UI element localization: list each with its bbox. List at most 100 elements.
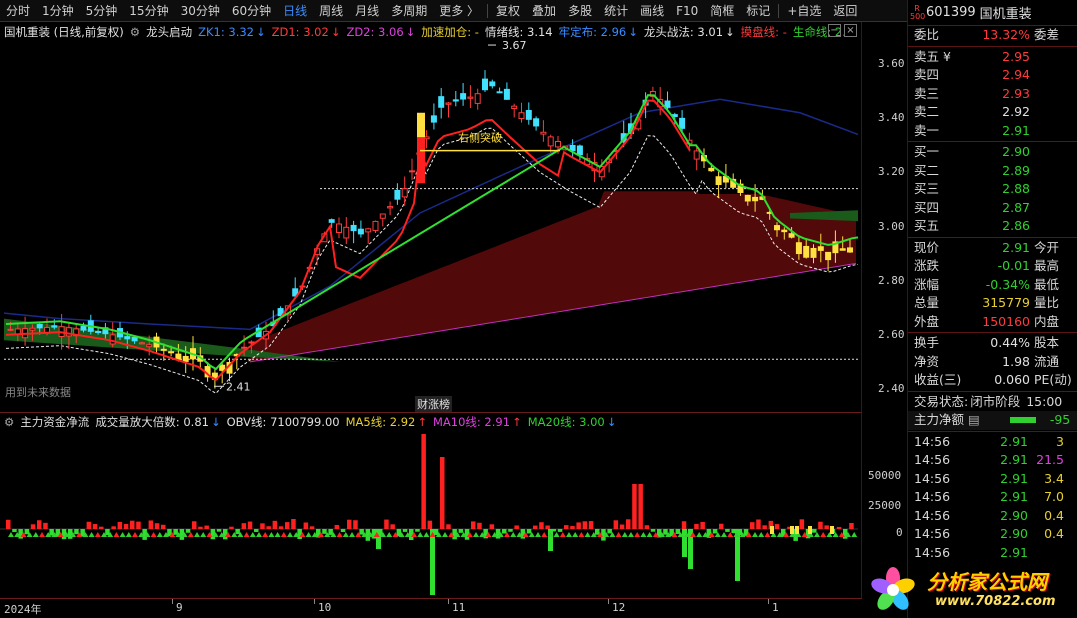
tick-time: 14:56 bbox=[914, 470, 951, 486]
flow-bar bbox=[92, 524, 98, 529]
ask-row-value: 2.92 bbox=[1002, 104, 1030, 119]
toolbar-item[interactable]: 叠加 bbox=[526, 0, 562, 22]
volume-tick-label: 25000 bbox=[868, 499, 902, 512]
stock-header[interactable]: R 500 601399 国机重装 bbox=[908, 0, 1077, 26]
toolbar-item[interactable]: 1分钟 bbox=[36, 0, 80, 22]
toolbar-item[interactable]: F10 bbox=[670, 0, 704, 22]
stat-row[interactable]: 外盘 150160 内盘 bbox=[908, 313, 1077, 332]
stat-row-value: 150160 bbox=[982, 313, 1030, 329]
toolbar-item[interactable]: +自选 bbox=[781, 0, 827, 22]
divider bbox=[908, 390, 1077, 392]
flow-bar bbox=[37, 520, 42, 529]
flow-bar bbox=[192, 521, 197, 529]
minus-icon[interactable]: − bbox=[828, 24, 841, 37]
bid-row[interactable]: 买三 2.88 bbox=[908, 180, 1077, 199]
toolbar-item[interactable]: 简框 bbox=[704, 0, 740, 22]
indicator-params: ZK1: 3.32 ↓ ZD1: 3.02 ↓ ZD2: 3.06 ↓ 加速加仓: - 情绪线… bbox=[198, 23, 846, 41]
date-tick-label: 12 bbox=[612, 601, 626, 614]
gear-icon[interactable]: ⚙ bbox=[4, 413, 14, 431]
flow-bar bbox=[117, 521, 123, 529]
bid-row[interactable]: 买四 2.87 bbox=[908, 199, 1077, 218]
flow-bar bbox=[130, 520, 135, 529]
stat-row[interactable]: 净资 1.98 流通 bbox=[908, 353, 1077, 372]
signal-arrow bbox=[39, 532, 45, 537]
stat-row[interactable]: 换手 0.44% 股本 bbox=[908, 334, 1077, 353]
toolbar-item[interactable]: 更多 〉 bbox=[433, 0, 485, 22]
weicha-label: 委差 bbox=[1034, 27, 1060, 42]
low-price-label: 2.41 bbox=[226, 380, 251, 393]
stat-row[interactable]: 总量 315779 量比 bbox=[908, 294, 1077, 313]
kline-chart[interactable]: 3.67 2.41 右侧突破 国机重装 (日线,前复权) ⚙ 龙头启动 ZK1: 3… bbox=[0, 22, 905, 412]
sub-chart-title[interactable]: 主力资金净流 bbox=[20, 413, 89, 431]
signal-arrow bbox=[342, 532, 349, 537]
stat-row-label: 净资 bbox=[914, 353, 940, 369]
signal-arrow bbox=[553, 532, 560, 537]
ask-row[interactable]: 卖三 2.93 bbox=[908, 85, 1077, 104]
date-tick-label: 1 bbox=[772, 601, 779, 614]
main-net-row: 主力净额 ▤ -95 bbox=[908, 411, 1077, 430]
flow-bar bbox=[161, 524, 166, 529]
ask-row[interactable]: 卖四 2.94 bbox=[908, 66, 1077, 85]
toolbar-item[interactable]: 15分钟 bbox=[123, 0, 174, 22]
toolbar-item[interactable]: 60分钟 bbox=[226, 0, 277, 22]
toolbar-item[interactable]: 返回 bbox=[827, 0, 863, 22]
toolbar-item[interactable]: 复权 bbox=[490, 0, 526, 22]
toolbar-item[interactable]: 画线 bbox=[634, 0, 670, 22]
flow-bar bbox=[12, 529, 17, 533]
toolbar-item[interactable]: 5分钟 bbox=[80, 0, 124, 22]
tick-price: 2.90 bbox=[1000, 526, 1028, 541]
param-arrow: ↓ bbox=[725, 25, 735, 39]
tick-list[interactable]: 14:56 2.91 3 14:56 2.91 21.5 14:56 2.91 3.4 14:56… bbox=[908, 433, 1077, 563]
list-icon[interactable]: ▤ bbox=[968, 411, 980, 430]
signal-arrow bbox=[758, 532, 765, 537]
flow-bar bbox=[750, 522, 755, 529]
capital-flow-chart[interactable]: ⚙ 主力资金净流 成交量放大倍数: 0.81 ↓ OBV线: 7100799.00 M… bbox=[0, 412, 903, 598]
param-arrow: ↓ bbox=[405, 25, 416, 39]
flow-bar bbox=[430, 529, 435, 595]
flow-bar bbox=[712, 529, 718, 534]
flow-bar bbox=[384, 519, 389, 529]
tick-time: 14:56 bbox=[914, 507, 951, 523]
stat-row[interactable]: 涨幅 -0.34% 最低 bbox=[908, 276, 1077, 295]
bid-row[interactable]: 买二 2.89 bbox=[908, 162, 1077, 181]
chart-title[interactable]: 国机重装 (日线,前复权) bbox=[4, 23, 124, 41]
ask-row[interactable]: 卖二 2.92 bbox=[908, 103, 1077, 122]
bid-row-label: 买一 bbox=[914, 144, 940, 159]
ask-row[interactable]: 卖五 ¥ 2.95 bbox=[908, 48, 1077, 67]
flow-bar bbox=[700, 522, 705, 529]
stat-row[interactable]: 收益(三) 0.060 PE(动) bbox=[908, 371, 1077, 390]
toolbar-item[interactable]: 多周期 bbox=[385, 0, 433, 22]
flow-bar bbox=[694, 523, 699, 529]
stat-row[interactable]: 现价 2.91 今开 bbox=[908, 239, 1077, 258]
toolbar-item[interactable]: 多股 bbox=[562, 0, 598, 22]
stat-row[interactable]: 涨跌 -0.01 最高 bbox=[908, 257, 1077, 276]
toolbar-item[interactable]: 日线 bbox=[277, 0, 313, 22]
kline-canvas: 3.672.41右侧突破 bbox=[3, 39, 859, 394]
toolbar-item[interactable]: 30分钟 bbox=[175, 0, 226, 22]
flow-bar bbox=[458, 529, 464, 533]
indicator-name[interactable]: 龙头启动 bbox=[146, 23, 192, 41]
flow-bar bbox=[235, 529, 240, 535]
toolbar-item[interactable]: 分时 bbox=[0, 0, 36, 22]
toolbar-item[interactable]: 统计 bbox=[598, 0, 634, 22]
sub-indicator-param: OBV线: 7100799.00 bbox=[226, 415, 340, 429]
toolbar-item[interactable]: 标记 bbox=[740, 0, 776, 22]
stat-row-label: 涨幅 bbox=[914, 276, 940, 292]
stat-row-label2: 今开 bbox=[1034, 239, 1060, 255]
param-arrow: ↓ bbox=[255, 25, 266, 39]
bid-row[interactable]: 买五 2.86 bbox=[908, 217, 1077, 236]
flow-bar bbox=[595, 529, 600, 535]
bid-row-value: 2.86 bbox=[1002, 218, 1030, 233]
toolbar-item[interactable]: 月线 bbox=[349, 0, 385, 22]
close-icon[interactable]: × bbox=[844, 24, 857, 37]
flow-bar bbox=[843, 529, 848, 539]
gear-icon[interactable]: ⚙ bbox=[130, 23, 140, 41]
ask-row[interactable]: 卖一 2.91 bbox=[908, 122, 1077, 141]
toolbar-item[interactable]: 周线 bbox=[313, 0, 349, 22]
flow-bar bbox=[347, 519, 352, 529]
tick-time: 14:56 bbox=[914, 489, 951, 504]
bid-row-label: 买五 bbox=[914, 218, 940, 233]
indicator-param: ZK1: 3.32 bbox=[198, 25, 254, 39]
flow-bar bbox=[607, 529, 612, 534]
bid-row[interactable]: 买一 2.90 bbox=[908, 143, 1077, 162]
